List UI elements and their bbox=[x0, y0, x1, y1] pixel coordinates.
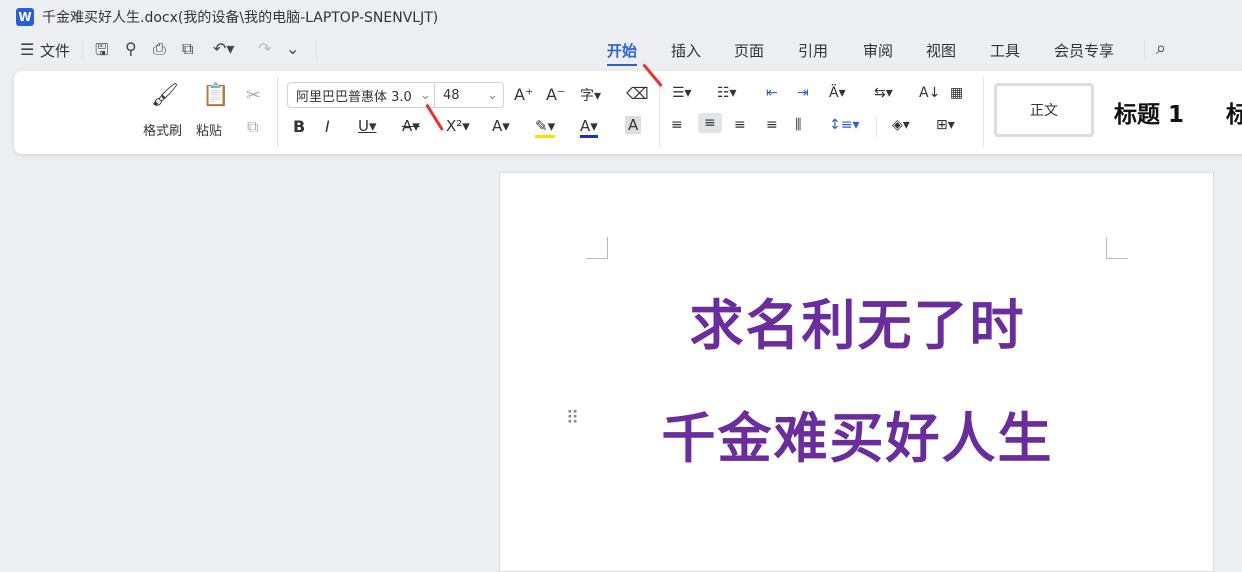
highlight-icon[interactable]: ✎▾ bbox=[535, 117, 556, 138]
align-left-icon[interactable]: ≡ bbox=[671, 117, 683, 133]
window-title: 千金难买好人生.docx(我的设备\我的电脑-LAPTOP-SNENVLJT) bbox=[42, 10, 439, 26]
font-size-value: 48 bbox=[443, 87, 460, 103]
underline-icon[interactable]: U▾ bbox=[358, 117, 377, 135]
drag-handle-icon[interactable]: ⠿ bbox=[566, 410, 579, 428]
style-normal-label: 正文 bbox=[1030, 103, 1058, 119]
menu-icon[interactable]: ☰ bbox=[20, 40, 34, 59]
file-menu[interactable]: 文件 bbox=[40, 40, 70, 61]
app-logo: W bbox=[16, 8, 34, 26]
bold-icon[interactable]: B bbox=[293, 117, 305, 136]
search-icon[interactable]: ⌕ bbox=[1156, 38, 1166, 59]
document-page[interactable]: 求名利无了时 千金难买好人生 ⠿ bbox=[499, 172, 1214, 572]
justify-icon[interactable]: ≡ bbox=[766, 117, 778, 133]
title-bar: W 千金难买好人生.docx(我的设备\我的电脑-LAPTOP-SNENVLJT… bbox=[16, 7, 438, 27]
superscript-icon[interactable]: X²▾ bbox=[446, 117, 470, 135]
text-direction-icon[interactable]: Ä▾ bbox=[829, 85, 846, 101]
redo-icon[interactable]: ↷ bbox=[258, 39, 271, 58]
line-spacing-icon[interactable]: ↕≡▾ bbox=[829, 117, 860, 133]
link-icon[interactable]: ⚲ bbox=[125, 39, 137, 58]
paste-button[interactable]: 粘贴 bbox=[196, 120, 222, 139]
shading-icon[interactable]: ◈▾ bbox=[892, 117, 910, 133]
font-color-icon[interactable]: A▾ bbox=[580, 117, 598, 138]
print-icon[interactable]: ⎙ bbox=[153, 39, 166, 59]
sort-icon[interactable]: ⇆▾ bbox=[874, 85, 893, 101]
format-painter-icon: 🖌 bbox=[151, 83, 179, 108]
copy-icon[interactable]: ⧉ bbox=[247, 117, 258, 137]
distributed-icon[interactable]: ⫼ bbox=[795, 117, 801, 133]
document-line[interactable]: 千金难买好人生 bbox=[500, 394, 1215, 473]
undo-icon[interactable]: ↶▾ bbox=[213, 39, 234, 58]
decrease-indent-icon[interactable]: ⇤ bbox=[766, 85, 778, 101]
borders-icon[interactable]: ⊞▾ bbox=[936, 117, 955, 133]
style-heading1[interactable]: 标题 1 bbox=[1114, 95, 1184, 129]
increase-indent-icon[interactable]: ⇥ bbox=[797, 85, 809, 101]
format-painter-button[interactable]: 格式刷 bbox=[143, 120, 182, 139]
save-icon[interactable]: 🖫 bbox=[95, 39, 109, 66]
ribbon: 🖌 格式刷 📋 粘贴 ✂ ⧉ 阿里巴巴普惠体 3.0 ⌄ 48 ⌄ A⁺ A⁻ 字▾… bbox=[14, 71, 1242, 154]
char-shading-icon[interactable]: A bbox=[625, 116, 642, 134]
table-grid-icon[interactable]: ▦ bbox=[950, 85, 963, 101]
tab-references[interactable]: 引用 bbox=[798, 40, 828, 61]
font-size-select[interactable]: 48 ⌄ bbox=[434, 82, 504, 108]
bullet-list-icon[interactable]: ☰▾ bbox=[672, 85, 692, 101]
align-center-icon[interactable]: ≡ bbox=[698, 113, 722, 133]
tab-review[interactable]: 审阅 bbox=[863, 40, 893, 61]
strikethrough-icon[interactable]: A▾ bbox=[402, 117, 420, 135]
more-chevron-icon[interactable]: ⌄ bbox=[286, 39, 299, 58]
tab-home[interactable]: 开始 bbox=[607, 40, 638, 66]
eraser-icon[interactable]: ⌫ bbox=[626, 84, 649, 103]
menu-bar: ☰ 文件 🖫 ⚲ ⎙ ⧉ ↶▾ ↷ ⌄ 开始 插入 页面 引用 审阅 视图 工具… bbox=[0, 36, 1242, 66]
italic-icon[interactable]: I bbox=[325, 117, 330, 136]
print-preview-icon[interactable]: ⧉ bbox=[182, 39, 193, 59]
tab-membership[interactable]: 会员专享 bbox=[1054, 40, 1114, 61]
align-right-icon[interactable]: ≡ bbox=[734, 117, 746, 133]
cut-icon[interactable]: ✂ bbox=[246, 85, 261, 106]
font-name-select[interactable]: 阿里巴巴普惠体 3.0 ⌄ bbox=[287, 82, 435, 108]
margin-corner bbox=[1106, 237, 1128, 259]
font-name-value: 阿里巴巴普惠体 3.0 bbox=[296, 89, 412, 105]
numbered-list-icon[interactable]: ☷▾ bbox=[717, 85, 737, 101]
grow-font-icon[interactable]: A⁺ bbox=[514, 85, 533, 104]
shrink-font-icon[interactable]: A⁻ bbox=[546, 85, 565, 104]
tab-view[interactable]: 视图 bbox=[926, 40, 956, 61]
text-effect-icon[interactable]: A▾ bbox=[492, 117, 510, 135]
style-normal[interactable]: 正文 bbox=[994, 83, 1094, 137]
margin-corner bbox=[586, 237, 608, 259]
tab-page[interactable]: 页面 bbox=[734, 40, 764, 61]
tab-tools[interactable]: 工具 bbox=[990, 40, 1020, 61]
tab-insert[interactable]: 插入 bbox=[671, 40, 701, 61]
style-heading2-partial[interactable]: 标 bbox=[1226, 95, 1242, 129]
paste-icon: 📋 bbox=[202, 83, 230, 108]
document-line[interactable]: 求名利无了时 bbox=[500, 281, 1215, 360]
phonetic-guide-icon[interactable]: 字▾ bbox=[580, 85, 601, 105]
sort-ascending-icon[interactable]: A↓ bbox=[919, 85, 940, 101]
